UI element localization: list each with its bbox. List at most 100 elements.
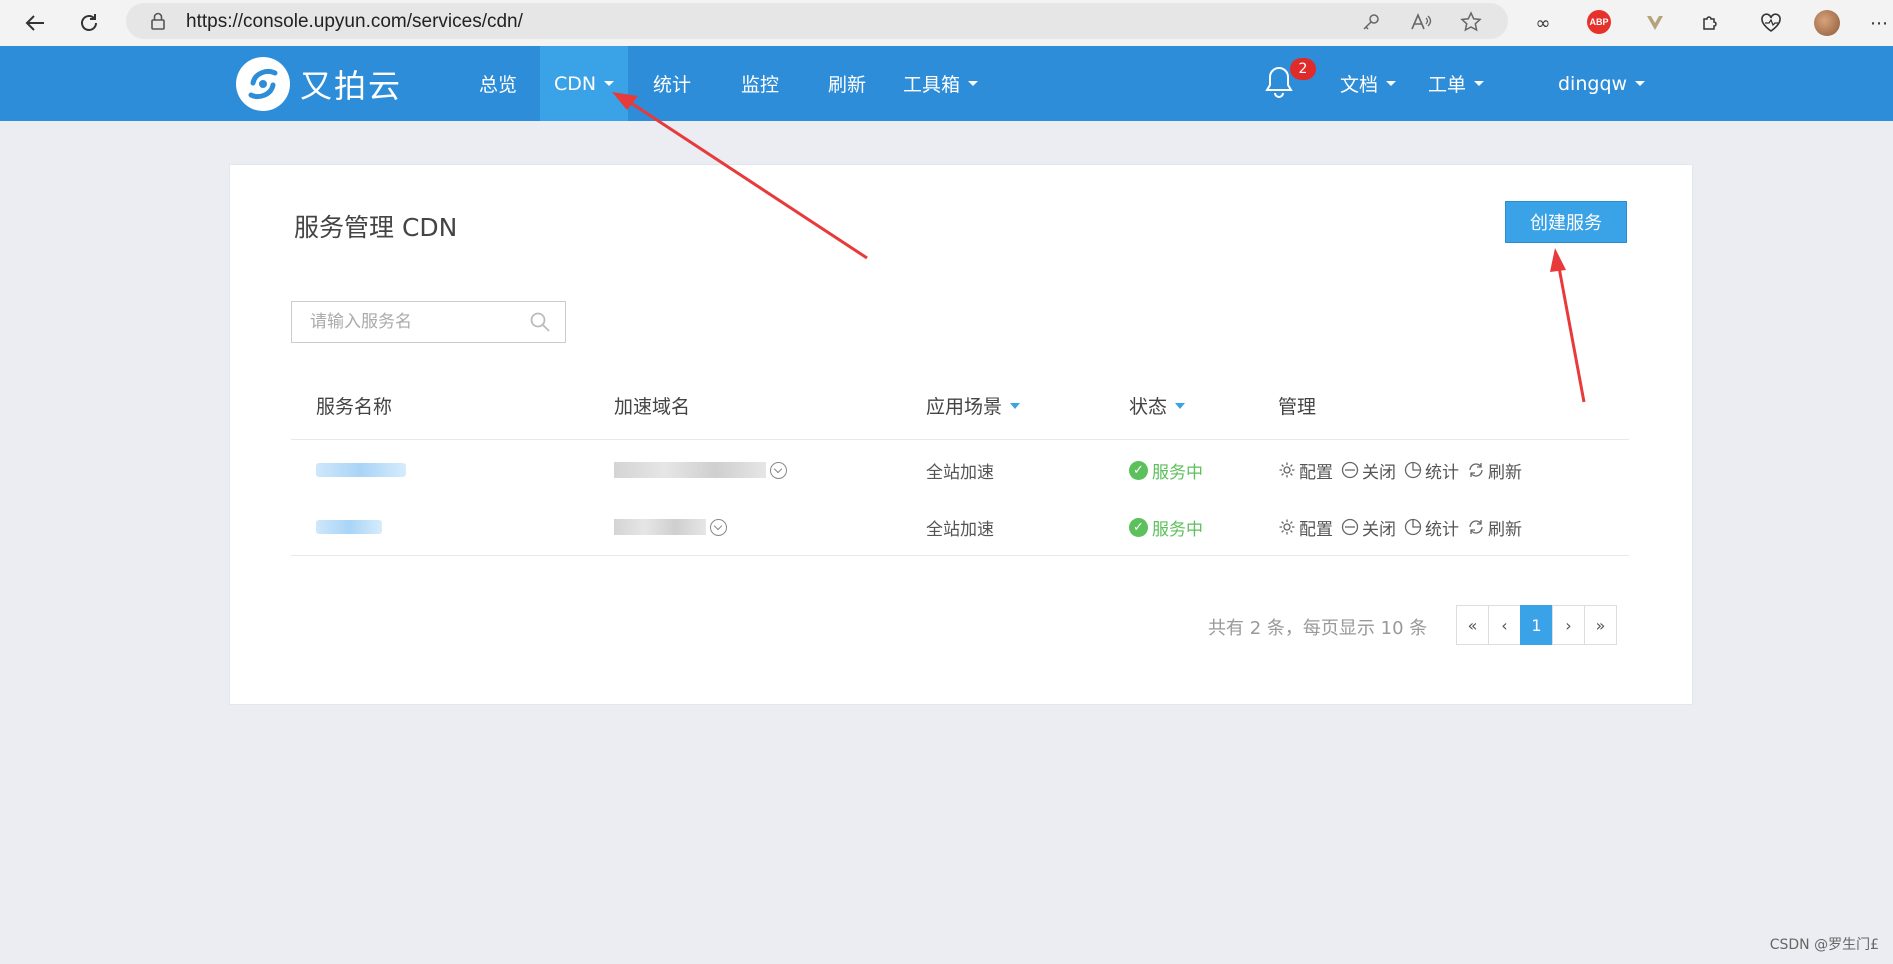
profile-avatar[interactable] <box>1814 10 1840 36</box>
nav-docs-label: 文档 <box>1340 74 1379 96</box>
search-icon[interactable] <box>529 311 551 333</box>
config-action[interactable]: 配置 <box>1278 458 1333 483</box>
scenario-cell: 全站加速 <box>926 519 994 540</box>
redacted-block <box>614 519 706 535</box>
infinity-extension-icon[interactable]: ∞ <box>1530 10 1556 36</box>
upyun-logo[interactable]: 又拍云 <box>236 56 402 112</box>
check-circle-icon: ✓ <box>1129 517 1148 537</box>
domain-redacted <box>614 442 787 498</box>
minus-circle-icon <box>1341 461 1359 479</box>
favorite-star-icon[interactable] <box>1460 11 1482 33</box>
logo-text: 又拍云 <box>300 67 403 105</box>
next-page-button[interactable]: › <box>1552 605 1585 645</box>
redacted-block <box>614 462 766 478</box>
service-management-card: 服务管理 CDN 创建服务 服务名称 加速域名 应用场景 状态 管理 全站加速 … <box>229 164 1693 705</box>
column-service-name: 服务名称 <box>316 396 393 418</box>
app-header: 又拍云 总览 CDN 统计 监控 刷新 工具箱 2 文档 工单 dingqw <box>0 46 1893 121</box>
chevron-down-icon <box>1474 81 1485 86</box>
pie-chart-icon <box>1404 518 1422 536</box>
status-text: 服务中 <box>1152 462 1203 483</box>
refresh-icon <box>1469 463 1483 477</box>
stats-action[interactable]: 统计 <box>1404 515 1459 540</box>
minus-circle-icon <box>1341 518 1359 536</box>
nav-tickets-label: 工单 <box>1428 74 1467 96</box>
table-row: 全站加速 ✓ 服务中 配置 关闭 统计 刷新 <box>291 499 1629 555</box>
nav-statistics-label: 统计 <box>653 74 692 96</box>
first-page-button[interactable]: « <box>1456 605 1489 645</box>
prev-page-button[interactable]: ‹ <box>1488 605 1521 645</box>
expand-circle-icon[interactable] <box>770 461 787 479</box>
nav-overview[interactable]: 总览 <box>461 46 535 121</box>
url-text[interactable]: https://console.upyun.com/services/cdn/ <box>186 11 523 33</box>
column-status[interactable]: 状态 <box>1129 392 1186 419</box>
page-title: 服务管理 CDN <box>294 213 458 242</box>
adblock-icon[interactable]: ABP <box>1587 10 1611 34</box>
close-action[interactable]: 关闭 <box>1341 515 1396 540</box>
column-scenario[interactable]: 应用场景 <box>926 392 1021 419</box>
divider <box>291 555 1629 556</box>
address-bar[interactable]: https://console.upyun.com/services/cdn/ <box>126 3 1508 39</box>
nav-toolbox-label: 工具箱 <box>903 74 961 96</box>
status-text: 服务中 <box>1152 519 1203 540</box>
service-name-redacted[interactable] <box>316 442 406 498</box>
nav-monitor[interactable]: 监控 <box>723 46 797 121</box>
stats-label: 统计 <box>1425 462 1459 483</box>
nav-refresh[interactable]: 刷新 <box>810 46 884 121</box>
key-icon[interactable] <box>1360 11 1382 33</box>
nav-cdn[interactable]: CDN <box>540 46 628 121</box>
user-menu[interactable]: dingqw <box>1540 46 1663 121</box>
watermark: CSDN @罗生门£ <box>1769 937 1879 953</box>
username-label: dingqw <box>1558 72 1628 95</box>
read-aloud-icon[interactable] <box>1410 11 1432 33</box>
service-search <box>291 301 566 343</box>
health-heart-icon[interactable] <box>1758 10 1784 36</box>
close-action[interactable]: 关闭 <box>1341 458 1396 483</box>
chevron-down-icon <box>1635 81 1646 86</box>
divider <box>291 439 1629 440</box>
scenario-cell: 全站加速 <box>926 462 994 483</box>
filter-caret-icon <box>1175 402 1186 409</box>
nav-monitor-label: 监控 <box>741 74 780 96</box>
logo-mark-icon <box>236 57 290 111</box>
config-action[interactable]: 配置 <box>1278 515 1333 540</box>
create-service-button[interactable]: 创建服务 <box>1505 201 1627 243</box>
column-scenario-label: 应用场景 <box>926 396 1003 418</box>
back-icon[interactable] <box>20 8 50 38</box>
config-label: 配置 <box>1299 462 1333 483</box>
config-label: 配置 <box>1299 519 1333 540</box>
stats-action[interactable]: 统计 <box>1404 458 1459 483</box>
vue-extension-icon[interactable] <box>1642 10 1668 36</box>
extensions-puzzle-icon[interactable] <box>1697 10 1723 36</box>
gear-icon <box>1279 519 1295 535</box>
refresh-icon <box>1469 520 1483 534</box>
status-badge: ✓ 服务中 <box>1129 499 1203 555</box>
search-input[interactable] <box>308 302 522 342</box>
close-label: 关闭 <box>1362 462 1396 483</box>
last-page-button[interactable]: » <box>1584 605 1617 645</box>
page-1-button[interactable]: 1 <box>1520 605 1553 645</box>
nav-overview-label: 总览 <box>479 74 518 96</box>
expand-circle-icon[interactable] <box>710 518 727 536</box>
chevron-down-icon <box>1386 81 1397 86</box>
refresh-action[interactable]: 刷新 <box>1467 515 1522 540</box>
redacted-block <box>316 463 406 477</box>
row-actions: 配置 关闭 统计 刷新 <box>1278 442 1530 498</box>
nav-tickets[interactable]: 工单 <box>1410 46 1502 121</box>
gear-icon <box>1279 462 1295 478</box>
redacted-block <box>316 520 382 534</box>
refresh-label: 刷新 <box>1488 462 1522 483</box>
nav-toolbox[interactable]: 工具箱 <box>885 46 996 121</box>
lock-icon[interactable] <box>148 11 168 31</box>
column-status-label: 状态 <box>1129 396 1168 418</box>
close-label: 关闭 <box>1362 519 1396 540</box>
filter-caret-icon <box>1010 402 1021 409</box>
refresh-action[interactable]: 刷新 <box>1467 458 1522 483</box>
chevron-down-icon <box>604 81 615 86</box>
reload-icon[interactable] <box>74 8 104 38</box>
more-menu-icon[interactable]: ⋯ <box>1866 10 1892 36</box>
refresh-label: 刷新 <box>1488 519 1522 540</box>
pagination-info: 共有 2 条，每页显示 10 条 <box>1208 618 1428 639</box>
nav-docs[interactable]: 文档 <box>1322 46 1414 121</box>
service-name-redacted[interactable] <box>316 499 382 555</box>
nav-statistics[interactable]: 统计 <box>635 46 709 121</box>
